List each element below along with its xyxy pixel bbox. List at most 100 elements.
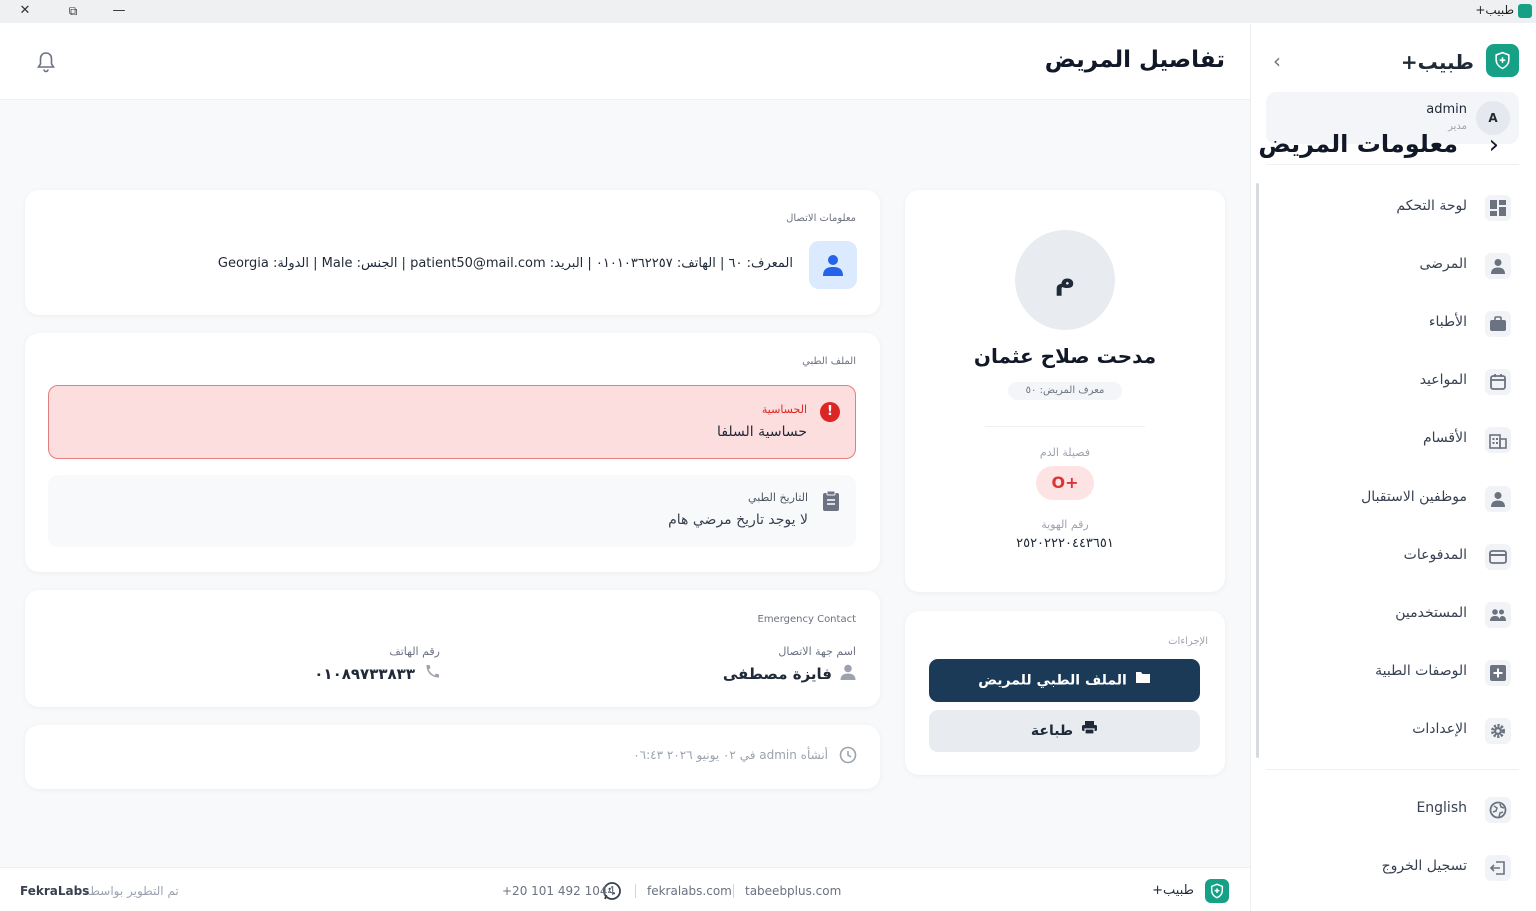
clock-icon: [839, 746, 857, 768]
developer-company[interactable]: FekraLabs: [20, 884, 89, 898]
emergency-name: فايزة مصطفى: [722, 665, 832, 683]
sidebar-item-doctors[interactable]: الأطباء: [1266, 302, 1519, 346]
briefcase-icon: [1485, 311, 1511, 337]
developed-by-label: تم التطوير بواسطة: [84, 884, 179, 898]
app-logo-icon: [1518, 4, 1532, 18]
dashboard-icon: [1485, 195, 1511, 221]
history-text: لا يوجد تاريخ مرضي هام: [668, 512, 808, 528]
plus-square-icon: [1485, 660, 1511, 686]
sidebar-brand: طبيب+: [1400, 50, 1474, 74]
blood-type-badge: O+: [1036, 466, 1094, 500]
medical-file-card: الملف الطبي ! الحساسية حساسية السلفا الت…: [25, 333, 880, 572]
bell-icon[interactable]: [36, 51, 56, 77]
sidebar-item-label: المستخدمين: [1395, 605, 1467, 621]
users-icon: [1485, 602, 1511, 628]
emergency-phone: ٠١٠٨٩٧٣٣٨٣٣: [314, 665, 415, 683]
gear-icon: [1485, 718, 1511, 744]
national-id-label: رقم الهوية: [1041, 518, 1089, 531]
actions-card: الإجراءات الملف الطبي للمريض طباعة: [905, 611, 1225, 775]
sidebar-item-prescriptions[interactable]: الوصفات الطبية: [1266, 651, 1519, 695]
patient-avatar: م: [1015, 230, 1115, 330]
logout-label: تسجيل الخروج: [1381, 858, 1467, 874]
building-icon: [1485, 427, 1511, 453]
footer-separator: [733, 884, 734, 898]
actions-label: الإجراءات: [1168, 636, 1208, 647]
phone-icon: [424, 663, 441, 684]
logout-icon: [1485, 855, 1511, 881]
allergy-text: حساسية السلفا: [717, 424, 807, 440]
profile-divider: [985, 426, 1145, 427]
collapse-sidebar-chevron-icon[interactable]: ›: [1273, 49, 1281, 73]
sidebar-item-label: الوصفات الطبية: [1375, 663, 1467, 679]
contact-details: المعرف: ٦٠ | الهاتف: ٠١٠١٠٣٦٢٢٥٧ | البري…: [217, 256, 793, 271]
footer-separator: [635, 884, 636, 898]
patient-name: مدحت صلاح عثمان: [973, 344, 1157, 368]
patient-id-badge: معرف المريض: ٥٠: [1008, 382, 1122, 400]
footer-brand: طبيب+: [1152, 883, 1194, 898]
medical-file-label: الملف الطبي: [802, 356, 856, 367]
sidebar-item-patients[interactable]: المرضى: [1266, 244, 1519, 288]
window-title: طبيب+: [1475, 3, 1514, 17]
sidebar-item-label: لوحة التحكم: [1396, 198, 1467, 214]
sidebar-scrollbar[interactable]: [1256, 183, 1259, 758]
sidebar-item-receptionists[interactable]: موظفين الاستقبال: [1266, 477, 1519, 521]
user-icon: [1485, 486, 1511, 512]
sidebar-item-payments[interactable]: المدفوعات: [1266, 535, 1519, 579]
created-by-text: أنشأه admin في ٠٢ يونيو ٢٠٢٦ ٠٦:٤٣: [633, 748, 828, 762]
user-icon: [839, 663, 857, 685]
emergency-contact-label: Emergency Contact: [757, 614, 857, 625]
clipboard-icon: [821, 490, 841, 516]
print-label: طباعة: [1030, 723, 1074, 739]
printer-icon: [1081, 710, 1098, 752]
sidebar-item-label: الأقسام: [1423, 430, 1467, 446]
contact-info-card: معلومات الاتصال المعرف: ٦٠ | الهاتف: ٠١٠…: [25, 190, 880, 315]
allergy-title: الحساسية: [761, 403, 807, 416]
allergy-alert: ! الحساسية حساسية السلفا: [48, 385, 856, 459]
sidebar-item-appointments[interactable]: المواعيد: [1266, 360, 1519, 404]
sidebar-item-settings[interactable]: الإعدادات: [1266, 709, 1519, 753]
folder-icon: [1135, 659, 1151, 702]
patient-profile-card: م مدحت صلاح عثمان معرف المريض: ٥٠ فصيلة …: [905, 190, 1225, 592]
alert-icon: !: [820, 402, 840, 422]
window-titlebar: ✕ ⧉ — طبيب+: [0, 0, 1536, 23]
language-label: English: [1416, 800, 1467, 816]
medical-history: التاريخ الطبي لا يوجد تاريخ مرضي هام: [48, 475, 856, 547]
close-window-button[interactable]: ✕: [15, 2, 35, 20]
history-title: التاريخ الطبي: [748, 491, 808, 504]
medical-file-label: الملف الطبي للمريض: [978, 672, 1127, 689]
emergency-contact-card: Emergency Contact اسم جهة الاتصال فايزة …: [25, 590, 880, 707]
footer-link-tabeebplus[interactable]: tabeebplus.com: [745, 884, 841, 898]
brand-logo-icon: [1486, 44, 1519, 77]
language-toggle[interactable]: English: [1266, 788, 1519, 832]
user-icon: [1485, 253, 1511, 279]
logout-button[interactable]: تسجيل الخروج: [1266, 846, 1519, 890]
sidebar-item-users[interactable]: المستخدمين: [1266, 593, 1519, 637]
footer-link-fekralabs[interactable]: fekralabs.com: [647, 884, 732, 898]
sidebar-item-departments[interactable]: الأقسام: [1266, 418, 1519, 462]
medical-file-button[interactable]: الملف الطبي للمريض: [929, 659, 1200, 702]
sidebar-item-label: المرضى: [1419, 256, 1467, 272]
page-header: تفاصيل المريض: [0, 23, 1250, 100]
sidebar-item-label: الإعدادات: [1412, 721, 1467, 737]
created-info-card: أنشأه admin في ٠٢ يونيو ٢٠٢٦ ٠٦:٤٣: [25, 725, 880, 789]
footer-logo-icon: [1205, 879, 1229, 903]
sidebar-divider: [1266, 164, 1519, 165]
page-footer: طبيب+ tabeebplus.com fekralabs.com +20 1…: [0, 867, 1250, 911]
back-chevron-icon[interactable]: ›: [1489, 130, 1499, 160]
sidebar-item-label: المدفوعات: [1403, 547, 1467, 563]
sidebar-item-label: الأطباء: [1428, 314, 1467, 330]
calendar-icon: [1485, 369, 1511, 395]
user-icon: [809, 241, 857, 289]
footer-phone[interactable]: +20 101 492 1044: [502, 884, 615, 898]
restore-window-button[interactable]: ⧉: [63, 2, 83, 20]
sidebar-item-dashboard[interactable]: لوحة التحكم: [1266, 186, 1519, 230]
sidebar-item-label: المواعيد: [1419, 372, 1467, 388]
blood-type-label: فصيلة الدم: [1039, 446, 1091, 459]
contact-info-label: معلومات الاتصال: [786, 213, 856, 224]
national-id-value: ٢٥٢٠٢٢٢٠٤٤٣٦٥١: [1016, 536, 1114, 551]
minimize-window-button[interactable]: —: [109, 2, 129, 20]
print-button[interactable]: طباعة: [929, 710, 1200, 752]
sidebar-divider: [1266, 769, 1519, 770]
globe-icon: [1485, 797, 1511, 823]
sidebar-item-label: موظفين الاستقبال: [1361, 489, 1467, 505]
